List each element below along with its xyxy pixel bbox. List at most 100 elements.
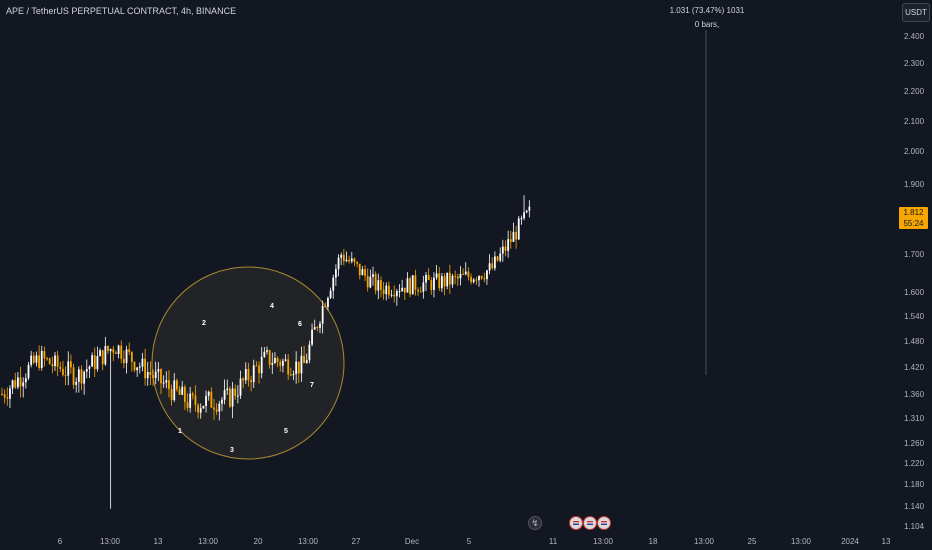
candle-body	[51, 364, 54, 367]
candle-body	[470, 276, 472, 283]
candle-body	[385, 285, 388, 295]
price-axis-label: 1.700	[904, 250, 925, 259]
candle-body	[183, 386, 186, 403]
candle-body	[472, 279, 475, 283]
candle-body	[67, 361, 70, 376]
candle-body	[40, 350, 43, 369]
candle-body	[255, 365, 258, 367]
candle-body	[93, 355, 96, 370]
candle-body	[345, 259, 348, 262]
candle-body	[311, 329, 313, 345]
candle-body	[218, 403, 221, 412]
pattern-label: 7	[310, 382, 314, 389]
candle-body	[395, 291, 398, 297]
candle-body	[321, 305, 324, 324]
candle-body	[138, 366, 141, 368]
candle-body	[22, 382, 25, 387]
candle-body	[128, 349, 131, 353]
candle-body	[48, 358, 51, 365]
candle-body	[250, 380, 252, 383]
time-axis-label: 2024	[841, 537, 859, 546]
candle-body	[417, 289, 419, 292]
candle-body	[202, 406, 205, 409]
candle-body	[448, 272, 451, 285]
candle-body	[99, 350, 101, 357]
candle-body	[295, 361, 298, 374]
candle-body	[85, 369, 88, 372]
candle-body	[372, 274, 374, 277]
candle-body	[181, 386, 184, 395]
time-axis-label: 6	[58, 537, 63, 546]
candle-body	[234, 388, 237, 396]
candle-body	[123, 358, 125, 364]
time-axis-label: 25	[748, 537, 757, 546]
candle-body	[96, 356, 99, 370]
candle-body	[528, 206, 531, 211]
price-axis-label: 1.220	[904, 459, 925, 468]
candle-body	[239, 378, 242, 396]
candle-body	[403, 287, 406, 293]
candle-body	[406, 278, 409, 293]
candle-body	[337, 257, 340, 270]
candle-body	[157, 369, 160, 372]
candle-body	[380, 280, 382, 290]
candle-body	[427, 274, 430, 281]
candle-body	[494, 256, 496, 269]
candle-body	[112, 349, 115, 353]
candle-body	[419, 291, 422, 293]
candle-body	[186, 402, 189, 408]
time-axis-label: 5	[467, 537, 472, 546]
candle-body	[207, 391, 210, 396]
candle-body	[401, 287, 404, 292]
candle-body	[43, 350, 46, 359]
candle-body	[80, 369, 83, 384]
candle-body	[364, 269, 366, 276]
time-axis-label: 11	[549, 537, 558, 546]
flag-icon[interactable]	[569, 516, 583, 530]
candle-body	[27, 364, 30, 379]
time-axis-label: 13:00	[694, 537, 715, 546]
price-axis-label: 1.900	[904, 180, 925, 189]
candle-body	[324, 305, 327, 307]
candle-body	[274, 357, 276, 364]
candle-body	[483, 278, 486, 280]
candle-body	[109, 349, 112, 352]
candle-body	[279, 361, 282, 366]
price-axis-label: 1.600	[904, 288, 925, 297]
candle-body	[77, 369, 80, 382]
price-axis-label: 2.400	[904, 32, 925, 41]
candle-body	[244, 368, 247, 381]
time-axis-label: 13:00	[198, 537, 219, 546]
candle-body	[319, 323, 321, 328]
candle-body	[332, 277, 335, 291]
candle-body	[520, 218, 523, 220]
candle-body	[369, 276, 372, 288]
candle-body	[300, 355, 303, 374]
price-chart[interactable]: 2.4002.3002.2002.1002.0001.9001.8001.700…	[0, 0, 932, 550]
candle-body	[38, 355, 40, 369]
flag-icon[interactable]	[597, 516, 611, 530]
candle-body	[176, 380, 178, 390]
price-axis-label: 2.000	[904, 147, 925, 156]
candle-body	[154, 371, 157, 379]
candle-body	[162, 382, 165, 384]
flag-icon[interactable]	[583, 516, 597, 530]
candle-body	[287, 359, 290, 375]
candle-body	[165, 380, 168, 383]
time-axis-label: 13:00	[100, 537, 121, 546]
candle-body	[382, 289, 385, 295]
candle-body	[170, 388, 173, 401]
candle-body	[125, 349, 128, 364]
candle-body	[478, 276, 480, 281]
price-axis-label: 2.200	[904, 87, 925, 96]
price-axis-label: 1.310	[904, 414, 925, 423]
flash-icon[interactable]: ↯	[528, 516, 542, 530]
candle-body	[252, 365, 255, 383]
candle-body	[348, 259, 351, 262]
candle-body	[289, 374, 292, 376]
price-axis-label: 1.480	[904, 337, 925, 346]
candle-body	[361, 269, 364, 276]
candle-body	[342, 254, 345, 262]
last-price-tag: 1.812 55:24	[899, 207, 928, 229]
candle-body	[523, 212, 525, 219]
